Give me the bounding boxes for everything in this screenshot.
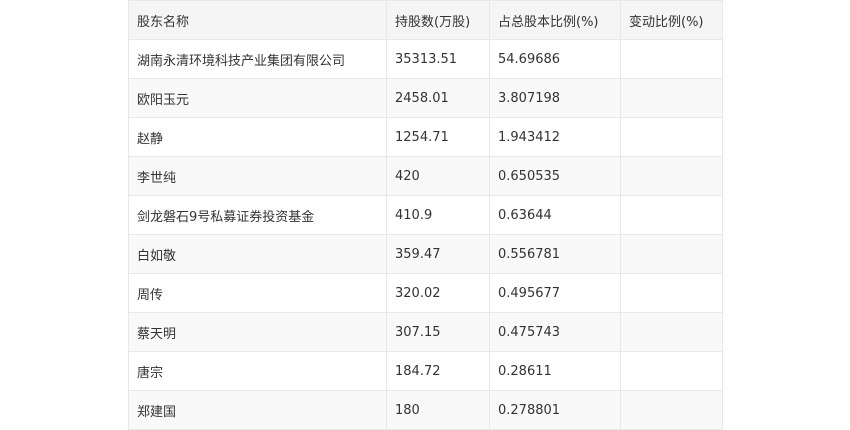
cell-shareholder-name: 剑龙磐石9号私募证券投资基金 bbox=[128, 195, 387, 235]
table-body: 湖南永清环境科技产业集团有限公司 35313.51 54.69686 欧阳玉元 … bbox=[128, 39, 723, 430]
table-row: 蔡天明 307.15 0.475743 bbox=[128, 312, 723, 352]
cell-shares: 320.02 bbox=[386, 273, 490, 313]
cell-change-ratio bbox=[620, 351, 723, 391]
cell-change-ratio bbox=[620, 390, 723, 430]
cell-shareholder-name: 周传 bbox=[128, 273, 387, 313]
cell-shares: 35313.51 bbox=[386, 39, 490, 79]
table-row: 赵静 1254.71 1.943412 bbox=[128, 117, 723, 157]
cell-ratio: 0.495677 bbox=[489, 273, 621, 313]
table-row: 郑建国 180 0.278801 bbox=[128, 390, 723, 430]
cell-change-ratio bbox=[620, 195, 723, 235]
table-row: 欧阳玉元 2458.01 3.807198 bbox=[128, 78, 723, 118]
cell-ratio: 1.943412 bbox=[489, 117, 621, 157]
cell-change-ratio bbox=[620, 156, 723, 196]
table-row: 李世纯 420 0.650535 bbox=[128, 156, 723, 196]
cell-ratio: 54.69686 bbox=[489, 39, 621, 79]
cell-change-ratio bbox=[620, 312, 723, 352]
cell-shares: 410.9 bbox=[386, 195, 490, 235]
table-header: 股东名称 持股数(万股) 占总股本比例(%) 变动比例(%) bbox=[128, 0, 723, 40]
cell-ratio: 3.807198 bbox=[489, 78, 621, 118]
header-row: 股东名称 持股数(万股) 占总股本比例(%) 变动比例(%) bbox=[128, 0, 723, 40]
cell-change-ratio bbox=[620, 273, 723, 313]
cell-ratio: 0.28611 bbox=[489, 351, 621, 391]
cell-shares: 184.72 bbox=[386, 351, 490, 391]
table-row: 剑龙磐石9号私募证券投资基金 410.9 0.63644 bbox=[128, 195, 723, 235]
header-change-ratio: 变动比例(%) bbox=[620, 0, 723, 40]
cell-ratio: 0.556781 bbox=[489, 234, 621, 274]
cell-shares: 180 bbox=[386, 390, 490, 430]
cell-shares: 2458.01 bbox=[386, 78, 490, 118]
cell-ratio: 0.278801 bbox=[489, 390, 621, 430]
header-ratio: 占总股本比例(%) bbox=[489, 0, 621, 40]
cell-shareholder-name: 白如敬 bbox=[128, 234, 387, 274]
table-row: 湖南永清环境科技产业集团有限公司 35313.51 54.69686 bbox=[128, 39, 723, 79]
table-row: 周传 320.02 0.495677 bbox=[128, 273, 723, 313]
header-shares: 持股数(万股) bbox=[386, 0, 490, 40]
cell-change-ratio bbox=[620, 39, 723, 79]
cell-ratio: 0.475743 bbox=[489, 312, 621, 352]
table-row: 白如敬 359.47 0.556781 bbox=[128, 234, 723, 274]
cell-shareholder-name: 赵静 bbox=[128, 117, 387, 157]
cell-shares: 1254.71 bbox=[386, 117, 490, 157]
cell-shares: 307.15 bbox=[386, 312, 490, 352]
cell-shareholder-name: 蔡天明 bbox=[128, 312, 387, 352]
cell-ratio: 0.63644 bbox=[489, 195, 621, 235]
cell-shareholder-name: 郑建国 bbox=[128, 390, 387, 430]
cell-change-ratio bbox=[620, 234, 723, 274]
header-shareholder-name: 股东名称 bbox=[128, 0, 387, 40]
cell-shares: 359.47 bbox=[386, 234, 490, 274]
cell-change-ratio bbox=[620, 117, 723, 157]
cell-shareholder-name: 唐宗 bbox=[128, 351, 387, 391]
cell-shareholder-name: 湖南永清环境科技产业集团有限公司 bbox=[128, 39, 387, 79]
cell-shares: 420 bbox=[386, 156, 490, 196]
shareholders-table: 股东名称 持股数(万股) 占总股本比例(%) 变动比例(%) 湖南永清环境科技产… bbox=[128, 0, 723, 430]
cell-ratio: 0.650535 bbox=[489, 156, 621, 196]
cell-change-ratio bbox=[620, 78, 723, 118]
table-row: 唐宗 184.72 0.28611 bbox=[128, 351, 723, 391]
cell-shareholder-name: 欧阳玉元 bbox=[128, 78, 387, 118]
cell-shareholder-name: 李世纯 bbox=[128, 156, 387, 196]
